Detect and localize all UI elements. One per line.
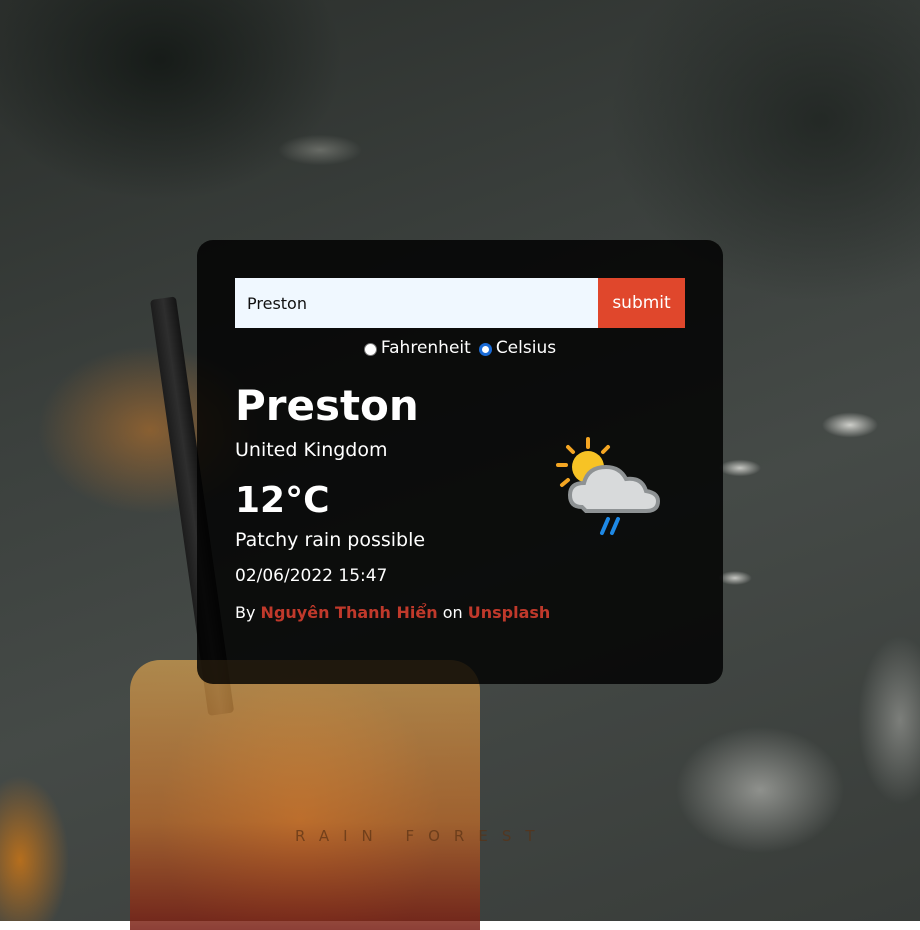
unsplash-link[interactable]: Unsplash (468, 603, 551, 622)
city-name: Preston (235, 381, 419, 430)
author-link[interactable]: Nguyên Thanh Hiển (261, 603, 438, 622)
fahrenheit-option[interactable]: Fahrenheit (363, 338, 471, 358)
submit-button[interactable]: submit (598, 278, 685, 328)
fahrenheit-radio[interactable] (363, 342, 377, 356)
credit-by: By (235, 603, 256, 622)
city-search-input[interactable] (235, 278, 598, 328)
unit-toggle: Fahrenheit Celsius (235, 338, 685, 358)
celsius-radio[interactable] (478, 342, 492, 356)
fahrenheit-label: Fahrenheit (380, 338, 471, 358)
weather-card: submit Fahrenheit Celsius Preston United… (197, 240, 723, 684)
background-glass (130, 660, 480, 930)
glass-print: RAIN FOREST (295, 827, 549, 845)
sun-cloud-rain-icon (556, 437, 661, 535)
celsius-label: Celsius (495, 338, 557, 358)
date-time: 02/06/2022 15:47 (235, 566, 388, 586)
credit-on: on (442, 603, 463, 622)
celsius-option[interactable]: Celsius (478, 338, 557, 358)
search-form: submit (235, 278, 685, 328)
photo-credit: By Nguyên Thanh Hiển on Unsplash (235, 602, 685, 624)
